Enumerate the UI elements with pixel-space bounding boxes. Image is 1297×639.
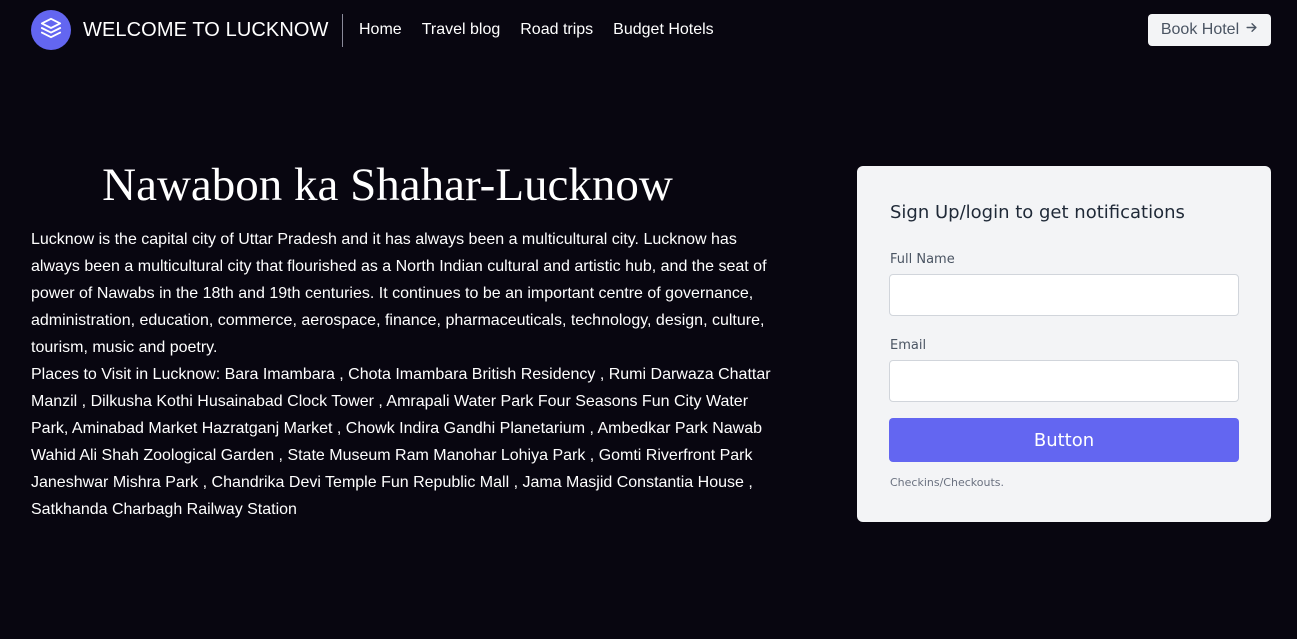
- arrow-right-icon: [1245, 21, 1258, 39]
- full-name-label: Full Name: [890, 252, 955, 267]
- signup-card: Sign Up/login to get notifications Full …: [857, 166, 1271, 522]
- signup-title: Sign Up/login to get notifications: [890, 202, 1185, 223]
- main-nav: Home Travel blog Road trips Budget Hotel…: [359, 21, 714, 39]
- page: WELCOME TO LUCKNOW Home Travel blog Road…: [0, 0, 1297, 639]
- brand-title[interactable]: WELCOME TO LUCKNOW: [83, 19, 329, 42]
- book-hotel-label: Book Hotel: [1160, 21, 1240, 38]
- hero-description: Lucknow is the capital city of Uttar Pra…: [31, 226, 781, 523]
- hero-title: Nawabon ka Shahar-Lucknow: [102, 159, 673, 211]
- logo[interactable]: [31, 10, 71, 50]
- book-hotel-button[interactable]: Book Hotel: [1148, 14, 1271, 46]
- nav-home[interactable]: Home: [359, 21, 402, 39]
- email-label: Email: [890, 338, 927, 353]
- places-paragraph: Places to Visit in Lucknow: Bara Imambar…: [31, 366, 771, 518]
- full-name-input[interactable]: [889, 274, 1239, 316]
- nav-budget-hotels[interactable]: Budget Hotels: [613, 21, 714, 39]
- submit-button[interactable]: Button: [889, 418, 1239, 462]
- layers-icon: [40, 17, 62, 44]
- nav-road-trips[interactable]: Road trips: [520, 21, 593, 39]
- nav-travel-blog[interactable]: Travel blog: [422, 21, 501, 39]
- header-divider: [342, 14, 343, 47]
- email-input[interactable]: [889, 360, 1239, 402]
- top-navbar: WELCOME TO LUCKNOW Home Travel blog Road…: [0, 0, 1297, 62]
- hero-paragraph: Lucknow is the capital city of Uttar Pra…: [31, 231, 767, 356]
- signup-note: Checkins/Checkouts.: [890, 476, 1004, 489]
